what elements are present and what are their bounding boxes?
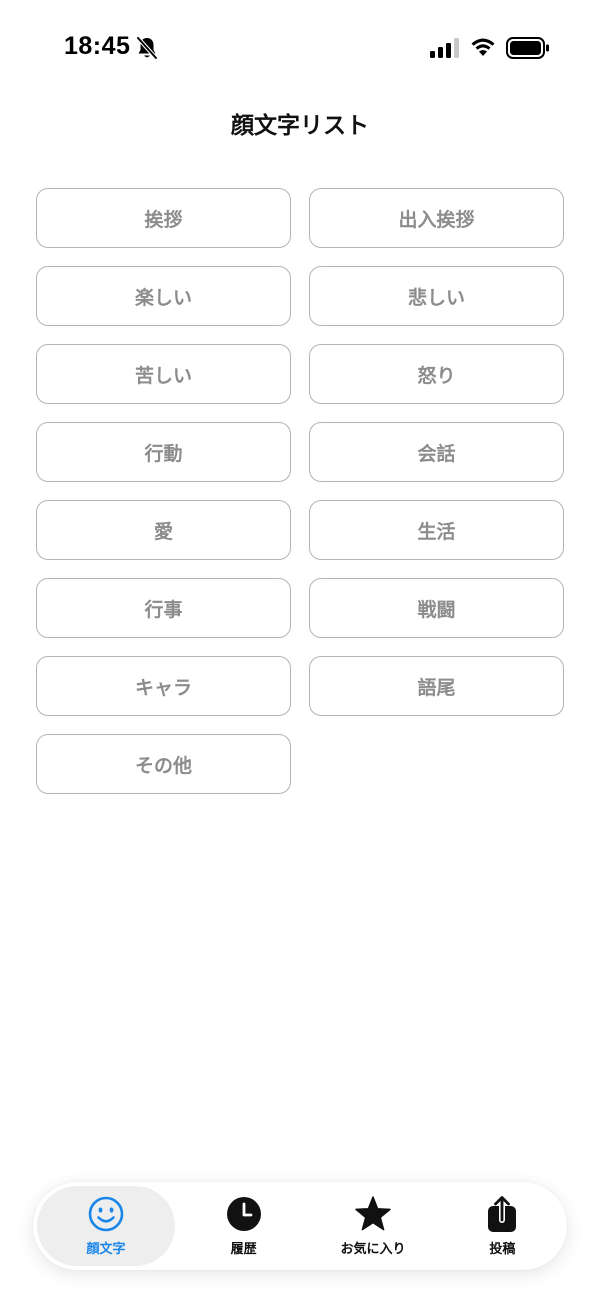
tab-bar: 顔文字 履歴 お気に入り 投稿	[33, 1182, 567, 1270]
tab-label: お気に入り	[340, 1242, 406, 1257]
category-button-life[interactable]: 生活	[309, 500, 564, 560]
star-icon	[355, 1196, 391, 1231]
category-button-sad[interactable]: 悲しい	[309, 266, 564, 326]
category-button-character[interactable]: キャラ	[36, 656, 291, 716]
category-button-action[interactable]: 行動	[36, 422, 291, 482]
category-button-love[interactable]: 愛	[36, 500, 291, 560]
smiley-icon	[88, 1196, 124, 1232]
category-button-greeting[interactable]: 挨拶	[36, 188, 291, 248]
tab-label: 投稿	[489, 1242, 516, 1257]
category-button-events[interactable]: 行事	[36, 578, 291, 638]
category-button-conversation[interactable]: 会話	[309, 422, 564, 482]
tab-history[interactable]: 履歴	[179, 1182, 308, 1270]
bell-slash-icon	[136, 36, 158, 60]
category-button-battle[interactable]: 戦闘	[309, 578, 564, 638]
page-title: 顔文字リスト	[231, 113, 369, 139]
tab-label: 履歴	[230, 1242, 257, 1257]
category-button-anger[interactable]: 怒り	[309, 344, 564, 404]
share-icon	[488, 1195, 517, 1232]
category-button-word-ending[interactable]: 語尾	[309, 656, 564, 716]
status-bar: 18:45	[0, 0, 600, 96]
category-grid: 挨拶 出入挨拶 楽しい 悲しい 苦しい 怒り 行動 会話 愛 生活 行事 戦闘 …	[36, 188, 564, 794]
tab-label: 顔文字	[86, 1242, 126, 1257]
category-button-happy[interactable]: 楽しい	[36, 266, 291, 326]
tab-post[interactable]: 投稿	[438, 1182, 567, 1270]
status-time: 18:45	[64, 32, 131, 60]
cellular-signal-icon	[430, 38, 459, 58]
category-button-coming-going[interactable]: 出入挨拶	[309, 188, 564, 248]
wifi-icon	[471, 38, 495, 56]
clock-icon	[226, 1197, 261, 1231]
category-button-suffering[interactable]: 苦しい	[36, 344, 291, 404]
tab-favorites[interactable]: お気に入り	[308, 1182, 437, 1270]
battery-icon	[506, 37, 549, 59]
tab-kaomoji[interactable]: 顔文字	[37, 1186, 175, 1266]
category-button-other[interactable]: その他	[36, 734, 291, 794]
